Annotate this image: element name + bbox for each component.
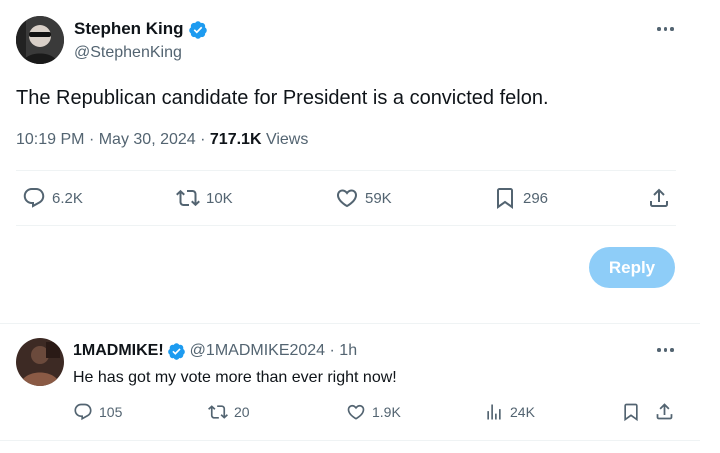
repost-count: 10K (206, 189, 233, 207)
reply-icon (74, 403, 92, 421)
views-count: 717.1K (209, 131, 262, 148)
divider (0, 323, 700, 324)
share-action[interactable] (647, 186, 671, 210)
reply-author-avatar-image (16, 338, 64, 386)
reply-count: 6.2K (52, 189, 83, 207)
divider (16, 170, 676, 171)
verified-badge-icon (167, 342, 185, 360)
share-icon (656, 403, 673, 420)
verified-badge-icon (189, 21, 207, 39)
repost-icon (176, 189, 200, 207)
repost-icon (208, 405, 228, 419)
reply-time[interactable]: 1h (339, 341, 357, 361)
divider (0, 440, 700, 441)
views-icon (487, 404, 501, 420)
bookmark-icon (624, 403, 638, 422)
reply-text: He has got my vote more than ever right … (73, 369, 397, 386)
reply-header: 1MADMIKE! @1MADMIKE2024 · 1h (73, 341, 357, 361)
reply-repost-count: 20 (234, 404, 250, 420)
reply-reply-count: 105 (99, 404, 123, 420)
author-handle[interactable]: @StephenKing (74, 43, 182, 63)
more-options-icon[interactable] (657, 27, 674, 31)
like-action[interactable]: 59K (335, 186, 392, 210)
reply-views-action[interactable]: 24K (484, 402, 535, 422)
heart-icon (347, 404, 365, 420)
bookmark-action[interactable]: 296 (493, 186, 548, 210)
reply-views-count: 24K (510, 404, 535, 420)
reply-repost-action[interactable]: 20 (208, 402, 250, 422)
tweet-metadata: 10:19 PM · May 30, 2024 · 717.1K Views (16, 130, 308, 150)
reply-author-handle[interactable]: @1MADMIKE2024 (190, 341, 325, 361)
repost-action[interactable]: 10K (176, 186, 233, 210)
reply-bookmark-action[interactable] (621, 402, 641, 422)
reply-icon (23, 188, 45, 208)
reply-action[interactable]: 6.2K (22, 186, 83, 210)
reply-like-action[interactable]: 1.9K (346, 402, 401, 422)
reply-share-action[interactable] (654, 401, 675, 422)
divider (16, 225, 676, 226)
author-avatar-image (16, 16, 64, 64)
views-label: Views (265, 131, 309, 148)
metadata-separator: · (88, 131, 99, 148)
like-count: 59K (365, 189, 392, 207)
reply-reply-action[interactable]: 105 (73, 402, 122, 422)
reply-like-count: 1.9K (372, 404, 401, 420)
share-icon (650, 188, 668, 207)
author-avatar[interactable] (16, 16, 64, 64)
heart-icon (336, 189, 358, 208)
reply-author-name[interactable]: 1MADMIKE! (73, 341, 164, 361)
tweet-date[interactable]: May 30, 2024 (99, 131, 196, 148)
metadata-separator: · (200, 131, 210, 148)
author-name[interactable]: Stephen King (74, 18, 184, 40)
bookmark-icon (497, 188, 513, 209)
reply-more-options-icon[interactable] (657, 348, 674, 352)
metadata-separator: · (325, 342, 340, 359)
tweet-time[interactable]: 10:19 PM (16, 131, 84, 148)
bookmark-count: 296 (523, 189, 549, 207)
tweet-text: The Republican candidate for President i… (16, 87, 549, 109)
reply-button[interactable]: Reply (589, 247, 675, 288)
reply-author-avatar[interactable] (16, 338, 64, 386)
